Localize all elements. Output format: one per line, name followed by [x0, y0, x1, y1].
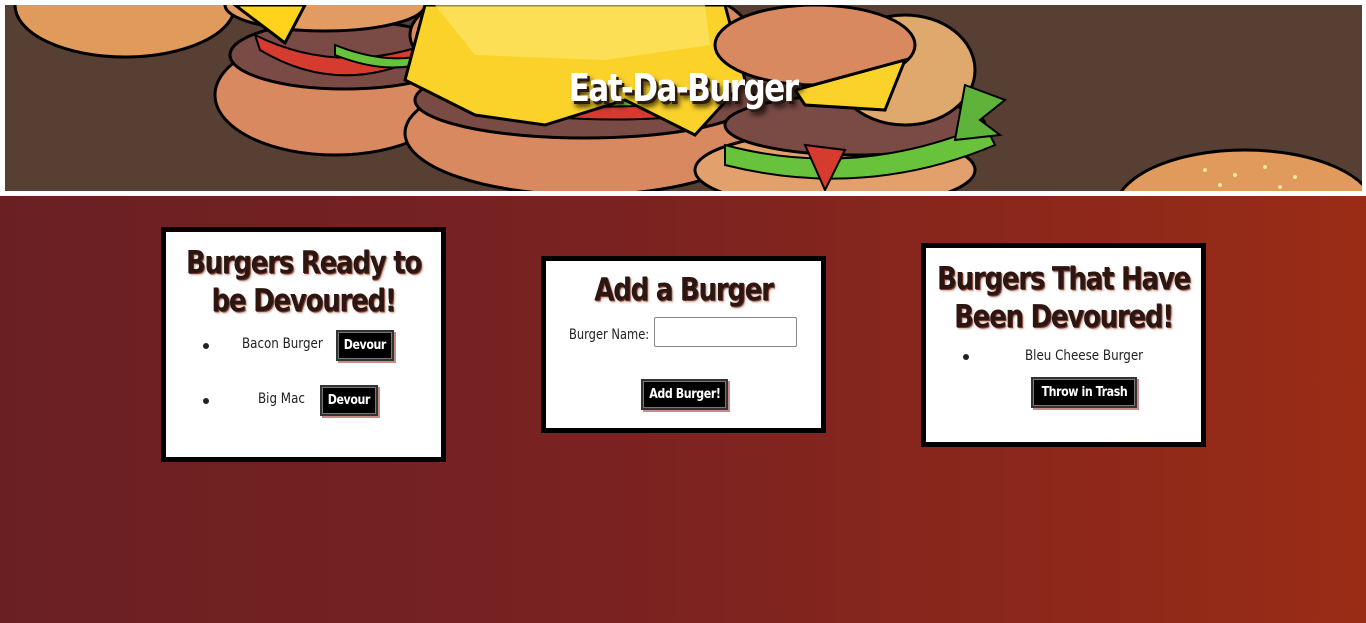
devour-button[interactable]: Devour: [320, 385, 378, 416]
page-title: Eat-Da-Burger: [568, 66, 799, 110]
burger-name-label: Burger Name:: [569, 327, 650, 343]
burger-name: Bacon Burger: [242, 336, 323, 352]
ready-panel-title: Burgers Ready to be Devoured!: [185, 245, 422, 319]
add-burger-button[interactable]: Add Burger!: [641, 379, 728, 410]
burger-name: Big Mac: [258, 391, 305, 407]
burger-name-input[interactable]: [654, 317, 797, 347]
ready-burger-list: Bacon Burger Devour Big Mac Devour: [166, 330, 441, 417]
devour-button[interactable]: Devour: [336, 330, 394, 361]
devour-button-label: Devour: [327, 393, 371, 408]
bullet-icon: [203, 343, 209, 349]
add-panel-title: Add a Burger: [594, 272, 774, 308]
add-burger-button-label: Add Burger!: [648, 387, 721, 402]
devoured-panel-title: Burgers That Have Been Devoured!: [937, 261, 1191, 335]
devoured-burger-list: Bleu Cheese Burger Throw in Trash: [926, 348, 1201, 408]
list-item: Bacon Burger Devour: [166, 330, 441, 362]
add-burger-panel: Add a Burger Burger Name: Add Burger!: [541, 256, 826, 433]
burger-name: Bleu Cheese Burger: [1025, 348, 1144, 364]
bullet-icon: [963, 354, 969, 360]
header-banner: Eat-Da-Burger: [0, 0, 1366, 196]
devoured-burgers-panel: Burgers That Have Been Devoured! Bleu Ch…: [921, 243, 1206, 447]
throw-in-trash-button-label: Throw in Trash: [1041, 385, 1127, 400]
bullet-icon: [203, 398, 209, 404]
list-item: Bleu Cheese Burger Throw in Trash: [926, 348, 1201, 408]
ready-burgers-panel: Burgers Ready to be Devoured! Bacon Burg…: [161, 227, 446, 462]
devour-button-label: Devour: [343, 338, 387, 353]
throw-in-trash-button[interactable]: Throw in Trash: [1031, 377, 1137, 408]
list-item: Big Mac Devour: [166, 385, 441, 417]
